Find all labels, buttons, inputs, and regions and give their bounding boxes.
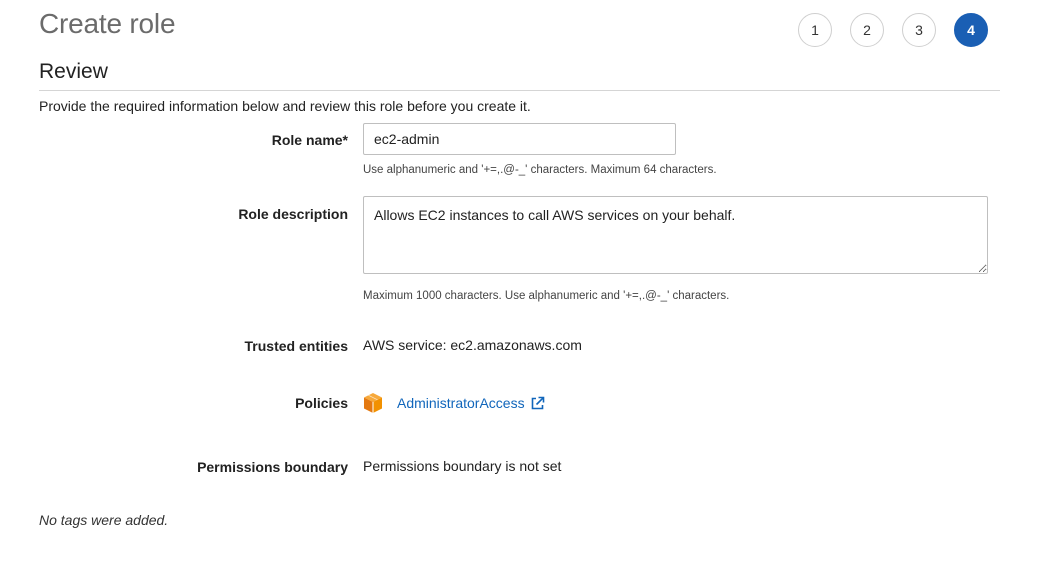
role-name-hint: Use alphanumeric and '+=,.@-_' character… — [363, 164, 717, 176]
step-2[interactable]: 2 — [850, 13, 884, 47]
review-intro: Provide the required information below a… — [39, 98, 531, 114]
policy-link-administratoraccess[interactable]: AdministratorAccess — [397, 395, 545, 411]
step-3[interactable]: 3 — [902, 13, 936, 47]
permissions-boundary-value: Permissions boundary is not set — [363, 458, 562, 474]
role-description-hint: Maximum 1000 characters. Use alphanumeri… — [363, 290, 730, 302]
step-1[interactable]: 1 — [798, 13, 832, 47]
role-name-input[interactable] — [363, 123, 676, 155]
role-name-label: Role name* — [271, 132, 348, 148]
aws-policy-cube-icon — [363, 392, 383, 414]
page-title: Create role — [39, 8, 176, 39]
external-link-icon — [530, 396, 545, 411]
trusted-entities-label: Trusted entities — [244, 338, 348, 354]
permissions-boundary-label: Permissions boundary — [197, 459, 348, 475]
heading-divider — [39, 90, 1000, 91]
trusted-entities-value: AWS service: ec2.amazonaws.com — [363, 337, 582, 353]
no-tags-message: No tags were added. — [39, 512, 169, 528]
role-description-textarea[interactable]: Allows EC2 instances to call AWS service… — [363, 196, 988, 274]
role-description-label: Role description — [238, 206, 348, 222]
review-heading: Review — [39, 60, 108, 83]
policies-label: Policies — [295, 395, 348, 411]
wizard-steps: 1 2 3 4 — [798, 13, 988, 47]
policy-link-label: AdministratorAccess — [397, 395, 525, 411]
step-4[interactable]: 4 — [954, 13, 988, 47]
policy-item: AdministratorAccess — [363, 392, 545, 414]
